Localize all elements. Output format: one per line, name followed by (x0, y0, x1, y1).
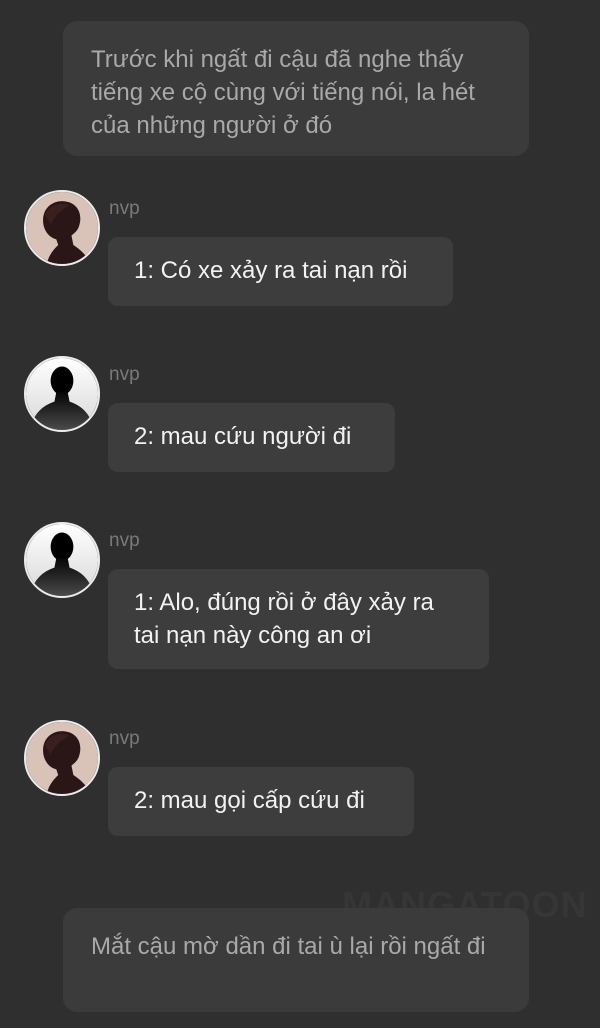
speaker-name: nvp (109, 728, 140, 749)
message-text: 1: Có xe xảy ra tai nạn rồi (134, 257, 408, 284)
narration-text: Trước khi ngất đi cậu đã nghe thấy tiếng… (91, 46, 475, 139)
narration-text: Mắt cậu mờ dần đi tai ù lại rồi ngất đi (91, 933, 486, 960)
avatar-anime-portrait-icon[interactable] (24, 720, 100, 796)
speaker-name: nvp (109, 364, 140, 385)
message-bubble[interactable]: 2: mau gọi cấp cứu đi (108, 767, 414, 836)
speaker-name: nvp (109, 198, 140, 219)
message-text: 1: Alo, đúng rồi ở đây xảy ra tai nạn nà… (134, 589, 434, 649)
message-bubble[interactable]: 1: Alo, đúng rồi ở đây xảy ra tai nạn nà… (108, 569, 489, 669)
silhouette-icon (26, 524, 98, 596)
avatar-silhouette-icon[interactable] (24, 522, 100, 598)
anime-portrait-icon (26, 192, 98, 264)
narration-box-top: Trước khi ngất đi cậu đã nghe thấy tiếng… (63, 21, 529, 156)
message-text: 2: mau cứu người đi (134, 423, 352, 450)
avatar-anime-portrait-icon[interactable] (24, 190, 100, 266)
message-bubble[interactable]: 1: Có xe xảy ra tai nạn rồi (108, 237, 453, 306)
anime-portrait-icon (26, 722, 98, 794)
avatar-silhouette-icon[interactable] (24, 356, 100, 432)
silhouette-icon (26, 358, 98, 430)
message-text: 2: mau gọi cấp cứu đi (134, 787, 365, 814)
speaker-name: nvp (109, 530, 140, 551)
narration-box-bottom: Mắt cậu mờ dần đi tai ù lại rồi ngất đi (63, 908, 529, 1012)
message-bubble[interactable]: 2: mau cứu người đi (108, 403, 395, 472)
